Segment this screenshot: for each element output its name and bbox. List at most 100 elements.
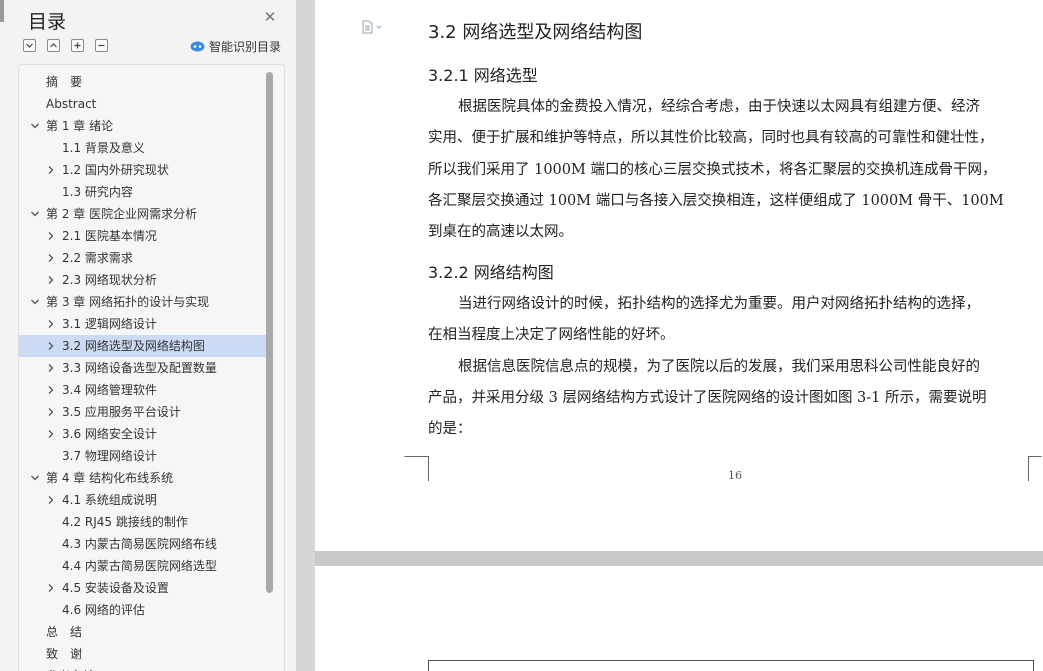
chevron-right-icon[interactable] — [46, 231, 56, 241]
chevron-up-icon — [50, 43, 57, 48]
chevron-right-icon[interactable] — [46, 495, 56, 505]
toc-item[interactable]: 第 1 章 绪论 — [19, 115, 267, 137]
toc-item-label: 4.5 安装设备及设置 — [62, 581, 169, 595]
body-line: 到桌在的高速以太网。 — [428, 224, 573, 240]
page-separator — [315, 551, 1043, 566]
toc-toolbar — [23, 39, 108, 52]
paragraph-format-icon[interactable] — [361, 20, 385, 34]
chevron-right-icon[interactable] — [46, 429, 56, 439]
toc-item-label: 摘 要 — [46, 75, 83, 89]
add-heading-button[interactable] — [71, 39, 84, 52]
toc-item[interactable]: Abstract — [19, 93, 267, 115]
toc-item[interactable]: 第 4 章 结构化布线系统 — [19, 467, 267, 489]
toc-item-label: 4.1 系统组成说明 — [62, 493, 157, 507]
document-gutter — [296, 0, 315, 671]
toc-item-label: 3.5 应用服务平台设计 — [62, 405, 181, 419]
toc-item[interactable]: 参考文献 — [19, 665, 267, 671]
chevron-right-icon[interactable] — [46, 275, 56, 285]
toc-item[interactable]: 摘 要 — [19, 71, 267, 93]
chevron-right-icon[interactable] — [46, 407, 56, 417]
smart-toc-label: 智能识别目录 — [209, 39, 282, 54]
document-page — [315, 566, 1043, 671]
page-corner-mark — [1028, 456, 1042, 481]
toc-item[interactable]: 4.2 RJ45 跳接线的制作 — [19, 511, 267, 533]
toc-item[interactable]: 3.5 应用服务平台设计 — [19, 401, 267, 423]
toc-item[interactable]: 3.7 物理网络设计 — [19, 445, 267, 467]
document-area: 3.2 网络选型及网络结构图 3.2.1 网络选型 根据医院具体的金费投入情况，… — [296, 0, 1043, 671]
toc-item-label: 3.6 网络安全设计 — [62, 427, 157, 441]
collapse-all-button[interactable] — [23, 39, 36, 52]
toc-item-label: 3.7 物理网络设计 — [62, 449, 157, 463]
body-line: 各汇聚层交换通过 100M 端口与各接入层交换相连，这样便组成了 1000M 骨… — [428, 193, 1004, 209]
smart-toc-button[interactable]: 智能识别目录 — [190, 38, 281, 54]
body-line: 根据医院具体的金费投入情况，经综合考虑，由于快速以太网具有组建方便、经济 — [458, 99, 980, 115]
toc-item[interactable]: 3.2 网络选型及网络结构图 — [19, 335, 267, 357]
toc-item[interactable]: 致 谢 — [19, 643, 267, 665]
toc-item-label: 1.3 研究内容 — [62, 185, 133, 199]
chevron-right-icon[interactable] — [46, 319, 56, 329]
toc-item[interactable]: 3.3 网络设备选型及配置数量 — [19, 357, 267, 379]
body-line: 在相当程度上决定了网络性能的好坏。 — [428, 327, 675, 343]
toc-item-label: 第 1 章 绪论 — [46, 119, 114, 133]
toc-item[interactable]: 3.6 网络安全设计 — [19, 423, 267, 445]
toc-scrollbar-thumb[interactable] — [266, 72, 273, 593]
subsection-heading-2: 3.2.2 网络结构图 — [428, 263, 554, 282]
toc-item[interactable]: 4.1 系统组成说明 — [19, 489, 267, 511]
toc-item[interactable]: 2.2 需求需求 — [19, 247, 267, 269]
toc-item-label: Abstract — [46, 97, 97, 111]
toc-item-label: 参考文献 — [46, 665, 94, 671]
body-line: 实用、便于扩展和维护等特点，所以其性价比较高，同时也具有较高的可靠性和健壮性， — [428, 130, 994, 146]
remove-heading-button[interactable] — [95, 39, 108, 52]
toc-item[interactable]: 1.3 研究内容 — [19, 181, 267, 203]
close-icon[interactable]: ✕ — [262, 9, 278, 25]
toc-item-label: 4.4 内蒙古简易医院网络选型 — [62, 559, 217, 573]
expand-up-button[interactable] — [47, 39, 60, 52]
toc-item[interactable]: 1.1 背景及意义 — [19, 137, 267, 159]
toc-item-label: 4.6 网络的评估 — [62, 603, 145, 617]
toc-item-label: 总 结 — [46, 625, 83, 639]
toc-item-label: 1.1 背景及意义 — [62, 141, 145, 155]
toc-item[interactable]: 4.4 内蒙古简易医院网络选型 — [19, 555, 267, 577]
chevron-right-icon[interactable] — [46, 363, 56, 373]
toc-list: 摘 要 Abstract 第 1 章 绪论 1.1 背景及意义 1.2 国内外研究现状 1… — [19, 71, 267, 671]
toc-item-label: 3.4 网络管理软件 — [62, 383, 157, 397]
toc-item[interactable]: 1.2 国内外研究现状 — [19, 159, 267, 181]
toc-item[interactable]: 4.6 网络的评估 — [19, 599, 267, 621]
chevron-right-icon[interactable] — [46, 385, 56, 395]
toc-item[interactable]: 3.4 网络管理软件 — [19, 379, 267, 401]
toc-item-label: 致 谢 — [46, 647, 83, 661]
toc-item[interactable]: 3.1 逻辑网络设计 — [19, 313, 267, 335]
toc-item-label: 2.1 医院基本情况 — [62, 229, 157, 243]
toc-item-label: 第 4 章 结构化布线系统 — [46, 471, 174, 485]
chevron-right-icon[interactable] — [46, 583, 56, 593]
toc-item[interactable]: 第 2 章 医院企业网需求分析 — [19, 203, 267, 225]
chevron-right-icon[interactable] — [46, 165, 56, 175]
chevron-down-icon[interactable] — [30, 473, 40, 483]
body-line: 根据信息医院信息点的规模，为了医院以后的发展，我们采用思科公司性能良好的 — [458, 359, 980, 375]
toc-item-label: 第 3 章 网络拓扑的设计与实现 — [46, 295, 210, 309]
body-line: 的是： — [428, 421, 472, 437]
subsection-heading-1: 3.2.1 网络选型 — [428, 66, 538, 85]
chevron-right-icon[interactable] — [46, 341, 56, 351]
minus-icon — [98, 44, 105, 47]
toc-item[interactable]: 4.3 内蒙古简易医院网络布线 — [19, 533, 267, 555]
chevron-down-icon — [26, 43, 33, 48]
smart-recognize-icon — [190, 41, 205, 51]
toc-item-label: 2.3 网络现状分析 — [62, 273, 157, 287]
toc-item-label: 4.2 RJ45 跳接线的制作 — [62, 515, 188, 529]
chevron-right-icon[interactable] — [46, 253, 56, 263]
toc-item[interactable]: 总 结 — [19, 621, 267, 643]
plus-icon — [74, 42, 81, 49]
chevron-down-icon[interactable] — [30, 121, 40, 131]
toc-item[interactable]: 第 3 章 网络拓扑的设计与实现 — [19, 291, 267, 313]
toc-item[interactable]: 4.5 安装设备及设置 — [19, 577, 267, 599]
pane-edge-marker — [0, 0, 4, 22]
toc-item-label: 2.2 需求需求 — [62, 251, 133, 265]
toc-item[interactable]: 2.3 网络现状分析 — [19, 269, 267, 291]
chevron-down-icon[interactable] — [30, 209, 40, 219]
toc-item-label: 1.2 国内外研究现状 — [62, 163, 169, 177]
chevron-down-icon[interactable] — [30, 297, 40, 307]
toc-item[interactable]: 2.1 医院基本情况 — [19, 225, 267, 247]
document-page: 3.2 网络选型及网络结构图 3.2.1 网络选型 根据医院具体的金费投入情况，… — [315, 0, 1043, 551]
page-frame — [428, 660, 1034, 671]
